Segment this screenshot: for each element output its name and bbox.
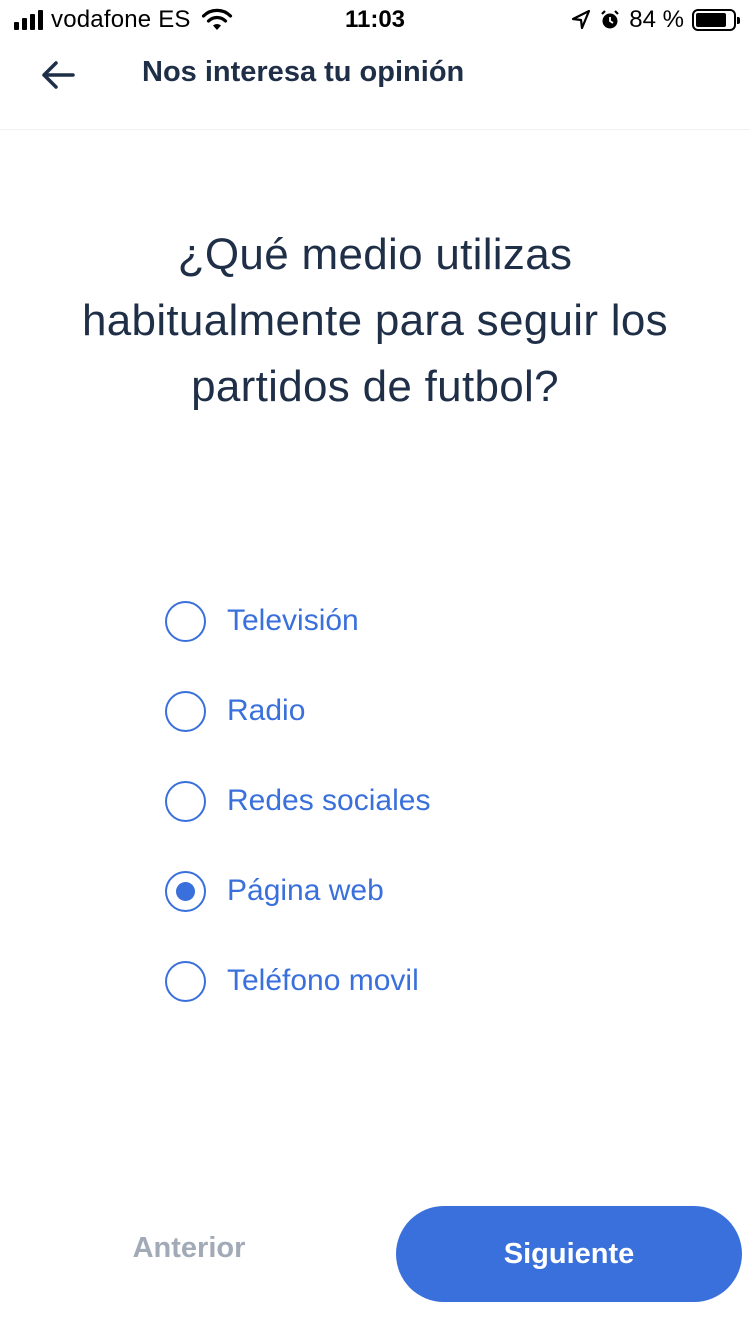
survey-screen: vodafone ES 11:03 84 % Nos interesa tu o… bbox=[0, 0, 750, 1334]
battery-fill bbox=[696, 13, 727, 27]
question-line-3: partidos de futbol? bbox=[191, 362, 559, 411]
battery-percent: 84 % bbox=[629, 6, 684, 33]
option-label: Teléfono movil bbox=[227, 964, 419, 997]
back-button[interactable] bbox=[28, 50, 88, 100]
option-label: Televisión bbox=[227, 604, 359, 637]
option-label: Página web bbox=[227, 874, 384, 907]
option-radio[interactable]: Radio bbox=[165, 666, 665, 756]
page-title: Nos interesa tu opinión bbox=[142, 56, 465, 88]
option-label: Radio bbox=[227, 694, 306, 727]
option-website[interactable]: Página web bbox=[165, 846, 665, 936]
status-right: 84 % bbox=[571, 6, 740, 34]
nav-header: Nos interesa tu opinión bbox=[0, 40, 750, 130]
option-label: Redes sociales bbox=[227, 784, 431, 817]
battery-icon bbox=[692, 9, 740, 31]
question-line-1: ¿Qué medio utilizas bbox=[177, 230, 573, 279]
radio-button[interactable] bbox=[165, 780, 206, 822]
question-line-2: habitualmente para seguir los bbox=[82, 296, 668, 345]
radio-button[interactable] bbox=[165, 690, 206, 732]
status-bar: vodafone ES 11:03 84 % bbox=[0, 0, 750, 40]
location-arrow-icon bbox=[572, 9, 591, 30]
arrow-left-icon bbox=[42, 61, 75, 89]
radio-button[interactable] bbox=[165, 960, 206, 1002]
alarm-clock-icon bbox=[601, 10, 620, 29]
answer-options: Televisión Radio Redes sociales Página w… bbox=[165, 598, 665, 1026]
previous-button[interactable]: Anterior bbox=[118, 1232, 260, 1276]
question-text: ¿Qué medio utilizas habitualmente para s… bbox=[30, 222, 720, 420]
radio-button[interactable] bbox=[165, 870, 206, 912]
option-television[interactable]: Televisión bbox=[165, 576, 665, 666]
option-social-networks[interactable]: Redes sociales bbox=[165, 756, 665, 846]
option-mobile-phone[interactable]: Teléfono movil bbox=[165, 936, 665, 1026]
next-button[interactable]: Siguiente bbox=[396, 1206, 742, 1302]
radio-button[interactable] bbox=[165, 600, 206, 642]
